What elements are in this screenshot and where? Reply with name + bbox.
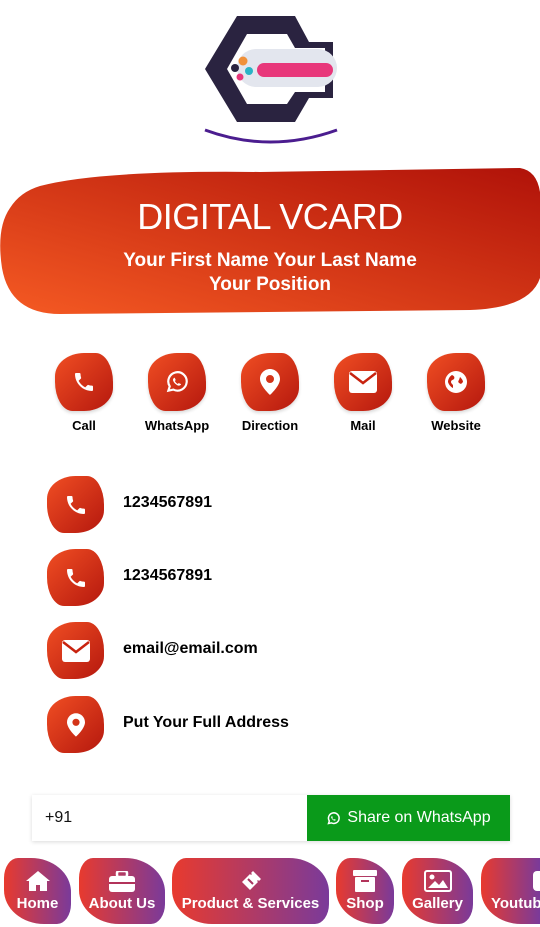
map-pin-icon <box>260 369 280 395</box>
address-button[interactable] <box>47 696 104 753</box>
home-icon <box>25 871 50 891</box>
quick-action-direction[interactable]: Direction <box>230 353 310 433</box>
contact-text[interactable]: 1234567891 <box>123 567 212 585</box>
quick-action-label: Website <box>431 418 481 433</box>
phone-button[interactable] <box>47 549 104 606</box>
nav-gallery[interactable]: Gallery <box>402 858 473 924</box>
contact-text[interactable]: email@email.com <box>123 640 258 658</box>
contact-row-address[interactable]: Put Your Full Address <box>47 696 507 754</box>
contact-text[interactable]: 1234567891 <box>123 494 212 512</box>
envelope-icon <box>61 639 90 662</box>
phone-button[interactable] <box>47 476 104 533</box>
box-icon <box>353 870 377 892</box>
nav-home[interactable]: Home <box>4 858 71 924</box>
contact-row-phone-2[interactable]: 1234567891 <box>47 549 507 607</box>
nav-label: Youtube <box>491 895 540 912</box>
header-banner: DIGITAL VCARD Your First Name Your Last … <box>0 168 540 314</box>
phone-number-input[interactable] <box>32 795 307 841</box>
mail-button[interactable] <box>334 353 392 411</box>
quick-action-label: Direction <box>241 418 299 433</box>
map-pin-icon <box>66 712 85 737</box>
nav-label: Product & Services <box>181 895 320 912</box>
quick-action-label: WhatsApp <box>144 418 210 433</box>
person-name: Your First Name Your Last Name <box>123 250 417 271</box>
quick-action-whatsapp[interactable]: WhatsApp <box>137 353 217 433</box>
quick-action-call[interactable]: Call <box>44 353 124 433</box>
envelope-icon <box>349 371 377 393</box>
globe-icon <box>445 371 467 393</box>
phone-icon <box>66 568 85 587</box>
nav-about-us[interactable]: About Us <box>79 858 165 924</box>
nav-label: Home <box>16 895 59 912</box>
nav-label: Shop <box>346 895 384 912</box>
page-title: DIGITAL VCARD <box>137 196 403 237</box>
quick-action-label: Mail <box>350 418 376 433</box>
quick-action-website[interactable]: Website <box>416 353 496 433</box>
phone-icon <box>66 495 85 514</box>
whatsapp-icon <box>327 811 341 825</box>
person-position: Your Position <box>208 274 332 295</box>
nav-label: Gallery <box>412 895 463 912</box>
whatsapp-button[interactable] <box>148 353 206 411</box>
briefcase-icon <box>109 870 135 892</box>
whatsapp-icon <box>166 371 188 393</box>
phone-icon <box>75 373 93 391</box>
brand-logo <box>195 12 345 152</box>
nav-shop[interactable]: Shop <box>336 858 394 924</box>
nav-product-services[interactable]: Product & Services <box>172 858 329 924</box>
contact-row-email[interactable]: email@email.com <box>47 622 507 680</box>
direction-button[interactable] <box>241 353 299 411</box>
contact-text[interactable]: Put Your Full Address <box>123 714 289 732</box>
call-button[interactable] <box>55 353 113 411</box>
nav-youtube[interactable]: Youtube <box>481 858 540 924</box>
ticket-icon <box>241 871 261 890</box>
contact-row-phone-1[interactable]: 1234567891 <box>47 476 507 534</box>
quick-action-mail[interactable]: Mail <box>323 353 403 433</box>
youtube-icon <box>533 871 540 891</box>
quick-action-label: Call <box>72 418 96 433</box>
nav-label: About Us <box>88 895 156 912</box>
share-whatsapp-button[interactable]: Share on WhatsApp <box>307 795 510 841</box>
website-button[interactable] <box>427 353 485 411</box>
share-button-label: Share on WhatsApp <box>347 809 491 826</box>
whatsapp-share-form: Share on WhatsApp <box>32 795 510 841</box>
image-icon <box>423 870 452 892</box>
email-button[interactable] <box>47 622 104 679</box>
